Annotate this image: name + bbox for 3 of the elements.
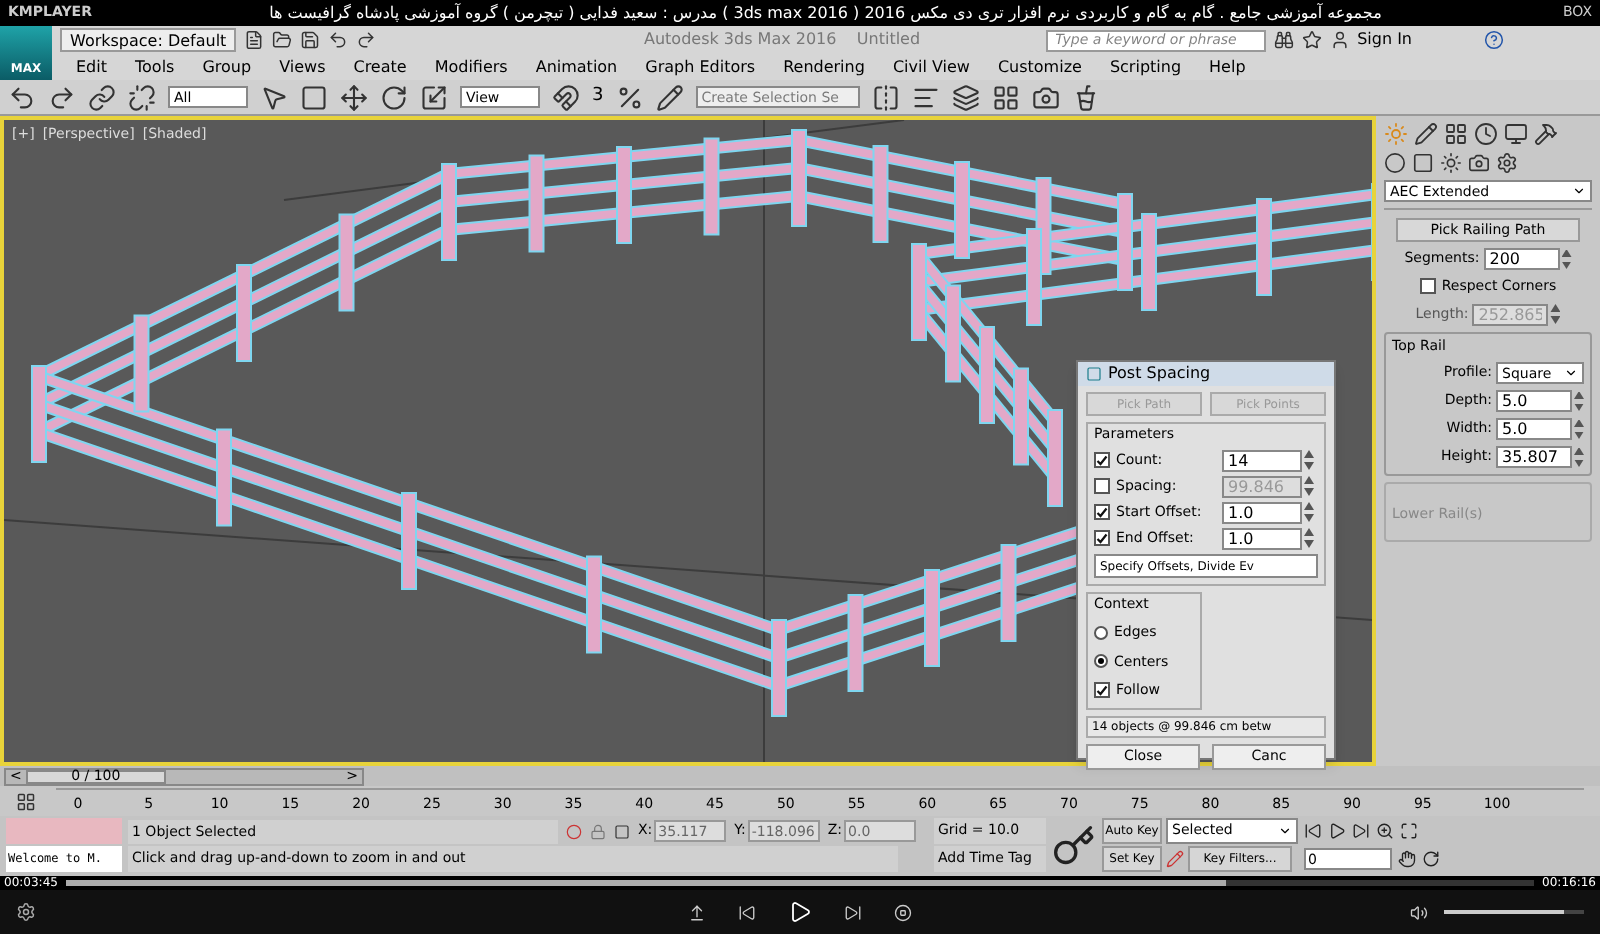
window-title: Autodesk 3ds Max 2016 Untitled: [644, 28, 921, 52]
dialog-title: Post Spacing: [1108, 362, 1211, 386]
video-title: مجموعه آموزشی جامع . گام به گام و کاربردی نرم افزار تری دی مکس 2016 ( 3ds max 2016 ) مدرس : سعید فدایی ( تیچرمن ) گروه آموزشی پادشاه گرافیست ها: [267, 1, 1384, 25]
